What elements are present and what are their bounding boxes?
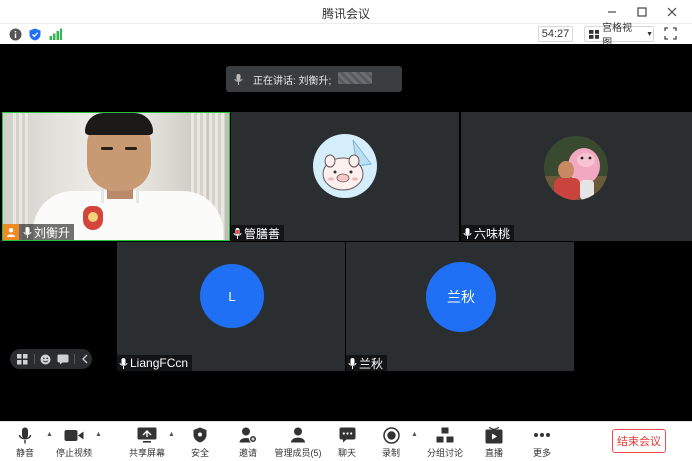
window-title: 腾讯会议 <box>321 7 370 21</box>
add-user-icon <box>237 426 259 444</box>
breakout-icon <box>434 426 456 444</box>
speaker-label: 正在讲话: 刘衡升; <box>253 75 332 87</box>
breakout-label: 分组讨论 <box>426 448 463 458</box>
mic-icon <box>348 357 357 369</box>
caret-up-icon[interactable]: ▲ <box>46 431 54 439</box>
microphone-icon <box>14 426 36 444</box>
divider <box>33 354 35 364</box>
breakout-button[interactable]: 分组讨论 <box>425 426 465 460</box>
participant-name-tag: 六味桃 <box>461 225 515 241</box>
end-meeting-button[interactable]: 结束会议 <box>612 429 666 453</box>
blurred-name <box>338 71 373 84</box>
collapse-icon[interactable] <box>78 352 92 366</box>
participant-tile-5[interactable]: 兰秋 兰秋 <box>346 242 574 371</box>
participant-name: 兰秋 <box>359 356 384 371</box>
caret-up-icon[interactable]: ▲ <box>95 431 103 439</box>
mic-icon <box>234 73 243 85</box>
emoji-icon[interactable] <box>38 352 52 366</box>
participant-tile-2[interactable]: 管膳善 <box>231 112 459 241</box>
close-icon[interactable] <box>661 2 683 22</box>
share-screen-label: 共享屏幕 <box>128 448 165 458</box>
participant-name-tag: 刘衡升 <box>3 224 75 240</box>
camera-icon <box>63 426 85 444</box>
info-icon[interactable] <box>8 27 22 41</box>
chat-button[interactable]: 聊天 <box>327 426 367 460</box>
manage-members-button[interactable]: 管理成员(5) <box>275 426 322 460</box>
grid-icon[interactable] <box>16 352 30 366</box>
caret-up-icon[interactable]: ▲ <box>411 431 419 439</box>
participant-name-tag: 兰秋 <box>346 355 388 371</box>
meeting-toolbar: 静音 ▲ 停止视频 ▲ 共享屏幕 ▲ 安全 邀请 管理成员(5) 聊天 录制 ▲… <box>0 421 692 461</box>
more-button[interactable]: 更多 <box>522 426 562 460</box>
signal-icon[interactable] <box>48 27 62 41</box>
shield-icon <box>189 426 211 444</box>
chat-icon[interactable] <box>56 352 70 366</box>
share-screen-button[interactable]: 共享屏幕 <box>127 426 167 460</box>
host-icon <box>3 224 19 240</box>
view-mode-dropdown[interactable]: 宫格视图 ▼ <box>584 23 654 49</box>
live-icon <box>483 426 505 444</box>
live-label: 直播 <box>484 448 503 458</box>
fullscreen-icon[interactable] <box>664 27 678 41</box>
invite-button[interactable]: 邀请 <box>228 426 268 460</box>
manage-members-label: 管理成员(5) <box>274 448 322 458</box>
record-icon <box>380 426 402 444</box>
video-stage: 正在讲话: 刘衡升; 刘衡升 管膳善 六味桃 L LiangFCcn 兰秋 兰秋 <box>0 44 692 421</box>
stop-video-button[interactable]: 停止视频 <box>54 426 94 460</box>
more-icon <box>531 426 553 444</box>
mic-icon <box>463 227 472 239</box>
participant-name-tag: LiangFCcn <box>117 355 193 371</box>
security-label: 安全 <box>190 448 209 458</box>
caret-up-icon[interactable]: ▲ <box>168 431 176 439</box>
participant-name: LiangFCcn <box>130 356 189 370</box>
participant-tile-3[interactable]: 六味桃 <box>461 112 692 241</box>
chevron-down-icon: ▼ <box>646 30 653 38</box>
record-label: 录制 <box>381 448 400 458</box>
participant-tile-1[interactable]: 刘衡升 <box>2 112 230 241</box>
more-label: 更多 <box>532 448 551 458</box>
avatar <box>313 134 377 198</box>
avatar: 兰秋 <box>426 262 496 332</box>
title-bar: 腾讯会议 <box>0 0 692 24</box>
meeting-timer: 54:27 <box>538 26 573 42</box>
speaker-banner: 正在讲话: 刘衡升; <box>226 66 402 92</box>
avatar <box>544 136 608 200</box>
participant-name-tag: 管膳善 <box>231 225 285 241</box>
mute-label: 静音 <box>15 448 34 458</box>
floating-controls <box>10 349 92 369</box>
mic-icon <box>23 226 32 238</box>
security-button[interactable]: 安全 <box>180 426 220 460</box>
participant-name: 管膳善 <box>244 226 281 241</box>
invite-label: 邀请 <box>238 448 257 458</box>
participant-name: 刘衡升 <box>34 225 71 240</box>
participant-tile-4[interactable]: L LiangFCcn <box>117 242 345 371</box>
camera-feed <box>3 113 229 240</box>
members-icon <box>287 426 309 444</box>
live-button[interactable]: 直播 <box>474 426 514 460</box>
chat-icon <box>336 426 358 444</box>
share-screen-icon <box>136 426 158 444</box>
info-bar: 54:27 宫格视图 ▼ <box>0 23 692 49</box>
avatar: L <box>200 264 264 328</box>
divider <box>73 354 75 364</box>
record-button[interactable]: 录制 <box>371 426 411 460</box>
shield-icon[interactable] <box>28 27 42 41</box>
stop-video-label: 停止视频 <box>55 448 92 458</box>
participant-name: 六味桃 <box>474 226 511 241</box>
chat-label: 聊天 <box>337 448 356 458</box>
mic-icon <box>119 357 128 369</box>
grid-view-icon <box>589 29 600 39</box>
mute-button[interactable]: 静音 <box>5 426 45 460</box>
mic-icon <box>233 227 242 239</box>
